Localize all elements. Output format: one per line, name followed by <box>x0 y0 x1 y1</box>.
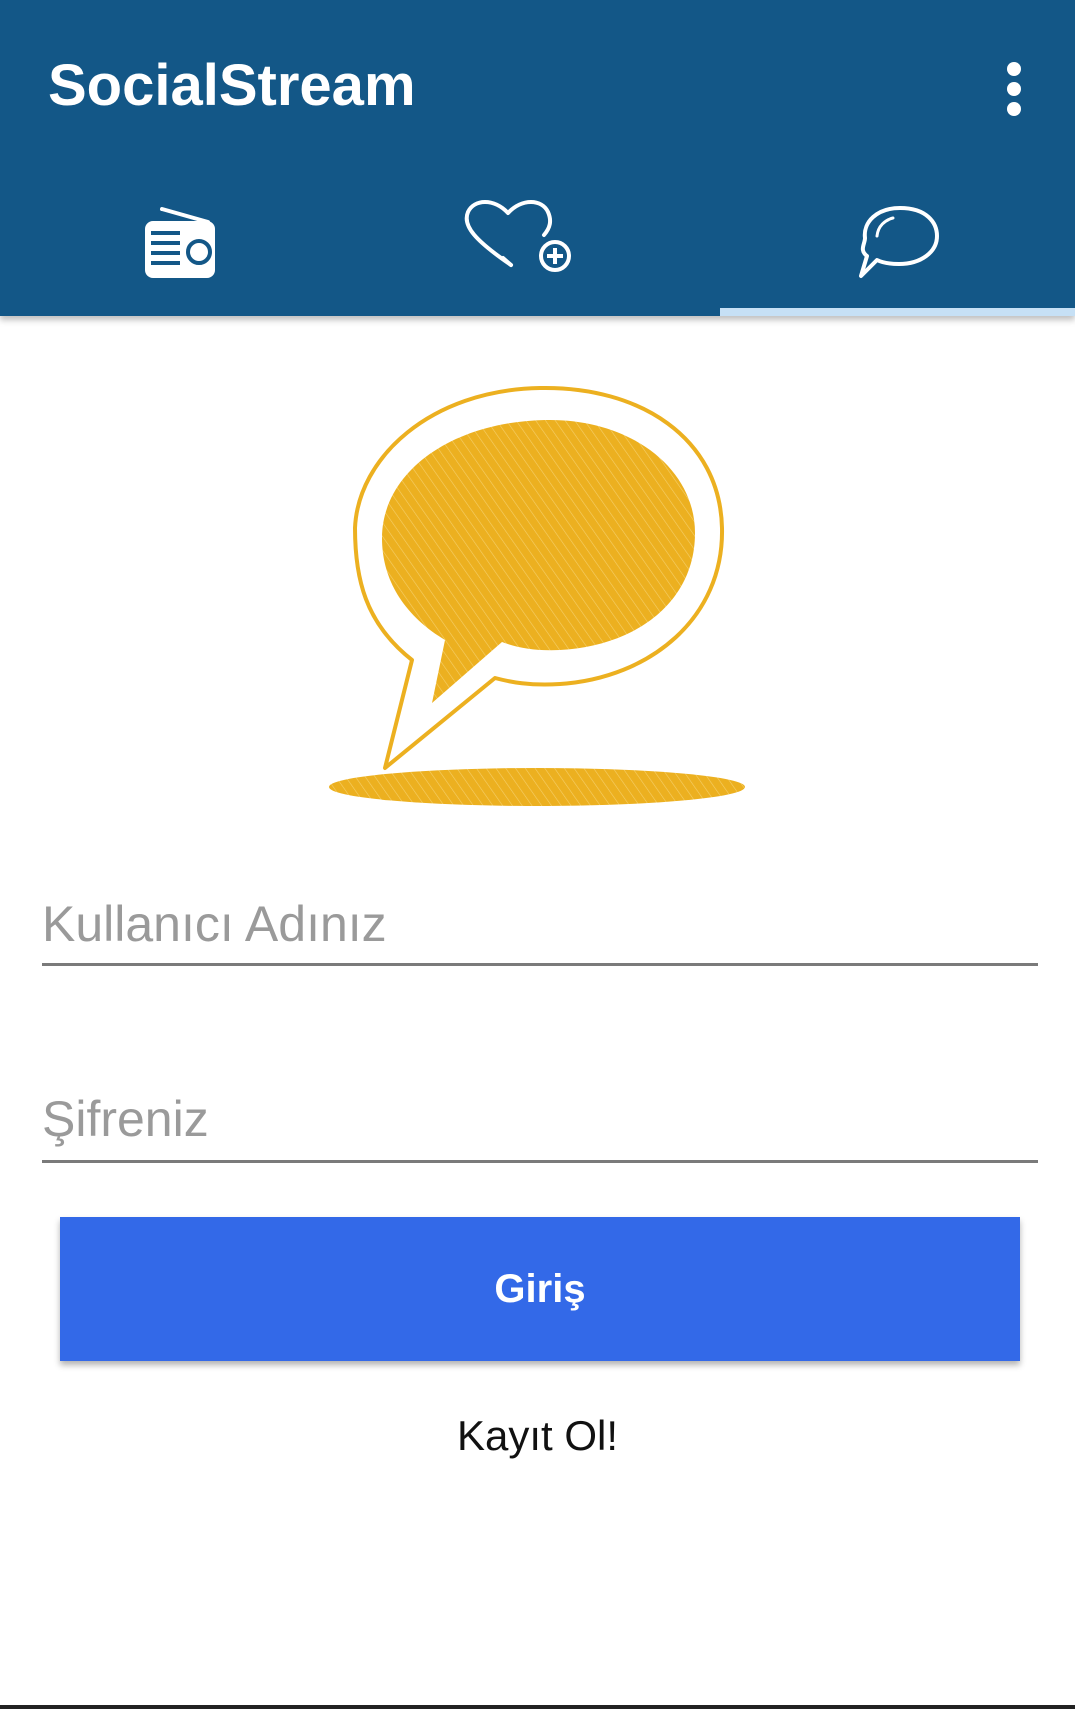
speech-bubble-logo <box>329 385 745 806</box>
chat-bubble-icon <box>859 206 939 278</box>
login-button[interactable]: Giriş <box>60 1217 1020 1361</box>
bottom-divider <box>0 1705 1075 1709</box>
tab-favorites[interactable] <box>358 166 716 312</box>
app-bar: SocialStream <box>0 0 1075 316</box>
tab-chat[interactable] <box>717 166 1075 312</box>
password-input[interactable] <box>42 1090 1038 1148</box>
app-title: SocialStream <box>48 53 416 118</box>
username-field[interactable] <box>42 895 1038 966</box>
overflow-menu-icon[interactable] <box>994 56 1034 118</box>
radio-icon <box>145 207 215 278</box>
tab-indicator <box>720 308 1075 316</box>
password-field[interactable] <box>42 1090 1038 1163</box>
heart-plus-icon <box>464 200 571 272</box>
username-input[interactable] <box>42 895 1038 953</box>
register-link[interactable]: Kayıt Ol! <box>0 1412 1075 1460</box>
tab-radio[interactable] <box>0 166 358 312</box>
